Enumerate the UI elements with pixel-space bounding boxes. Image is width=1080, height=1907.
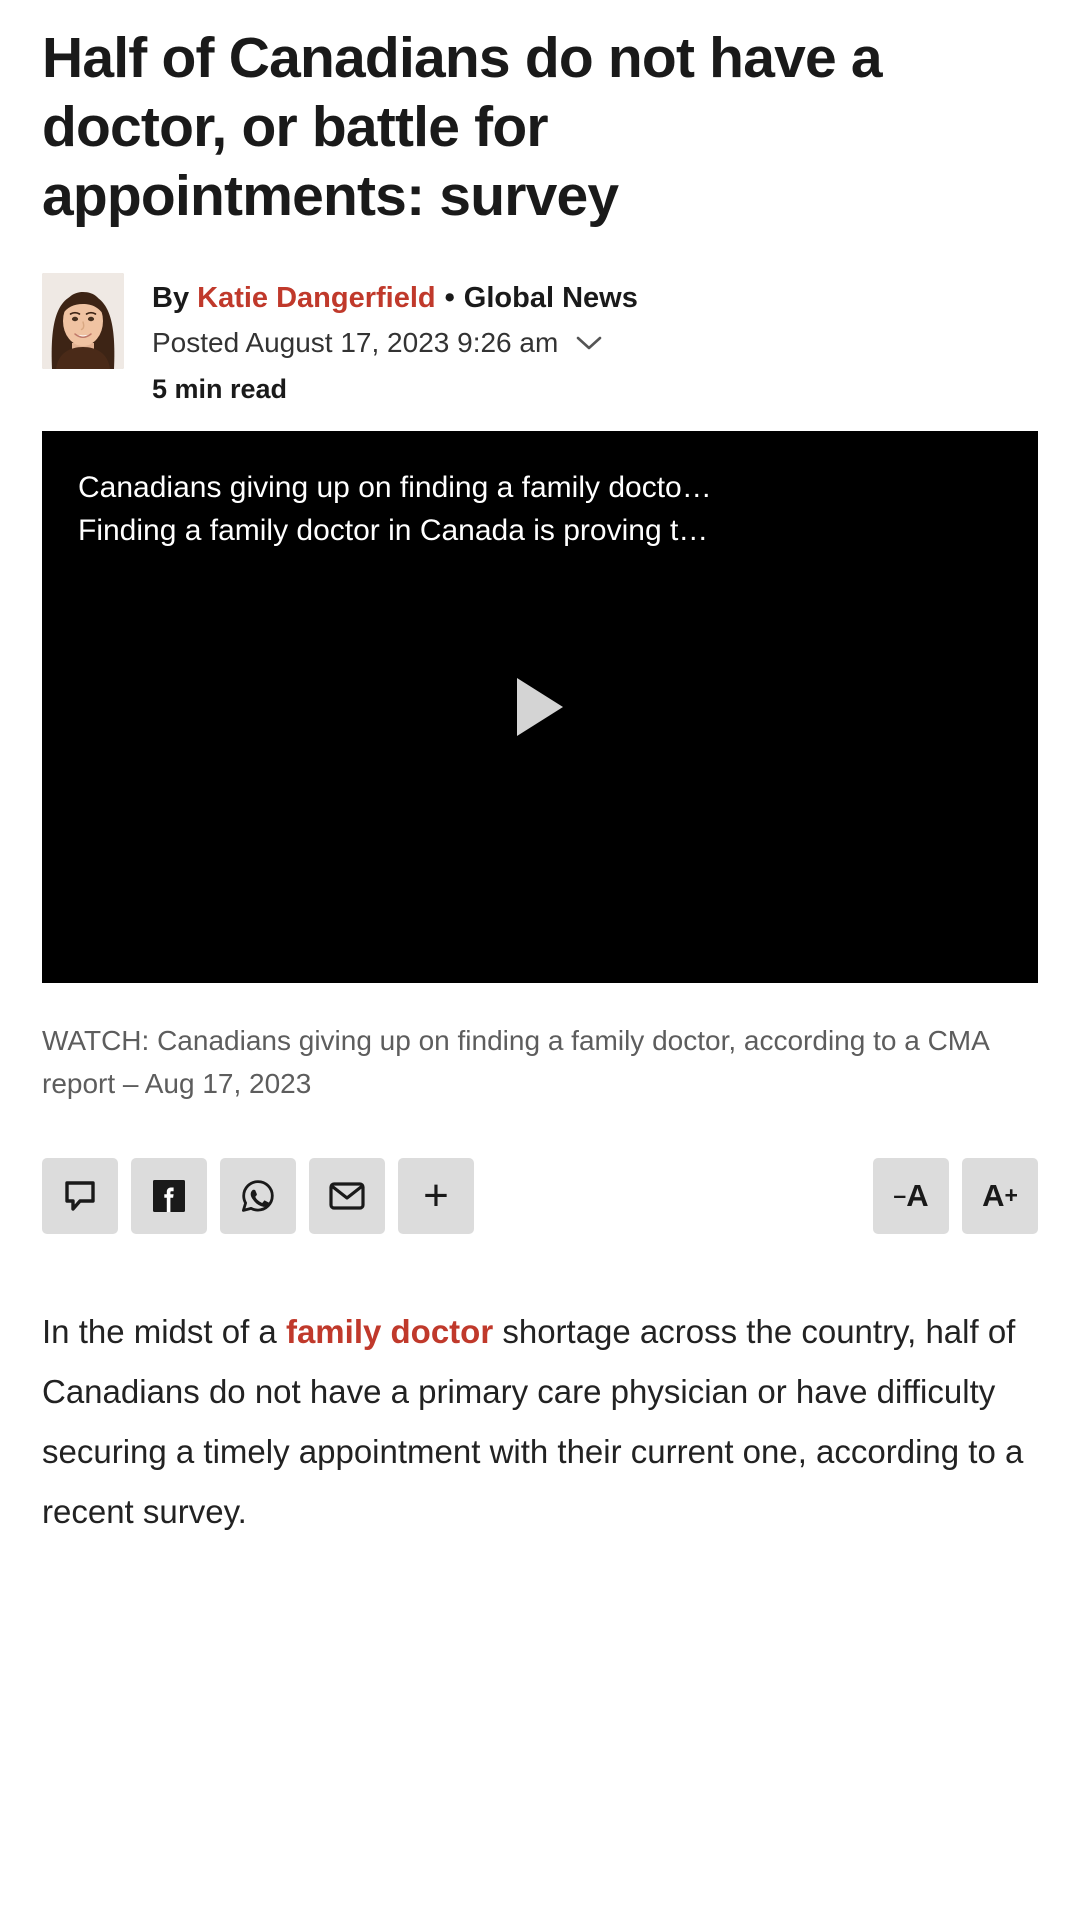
comment-button[interactable] [42,1157,118,1234]
more-share-button[interactable]: + [398,1157,474,1234]
page-title: Half of Canadians do not have a doctor, … [42,26,883,228]
article-page: Half of Canadians do not have a doctor, … [0,0,1080,1907]
decrease-text-size-button[interactable]: – A [873,1157,949,1234]
video-title-overlay: Canadians giving up on finding a family … [78,467,1008,552]
whatsapp-icon [240,1178,276,1214]
share-buttons-group: + [42,1157,474,1234]
read-time: 5 min read [152,374,288,405]
by-prefix: By [152,281,198,314]
avatar [42,272,124,369]
byline-text: By Katie Dangerfield • Global News Posted … [152,273,638,405]
posted-line: Posted August 17, 2023 9:26 am [152,322,638,364]
byline-author-line: By Katie Dangerfield • Global News [152,279,638,318]
video-caption: WATCH: Canadians giving up on finding a … [42,1025,989,1100]
comment-icon [63,1179,97,1213]
posted-date: Posted August 17, 2023 9:26 am [152,327,559,359]
video-player[interactable]: Canadians giving up on finding a family … [42,431,1038,984]
article-paragraph: In the midst of a family doctor shortage… [42,1302,1032,1542]
text-size-group: – A A + [873,1157,1038,1234]
family-doctor-link[interactable]: family doctor [286,1313,493,1350]
byline: By Katie Dangerfield • Global News Posted … [42,272,1038,405]
share-toolbar: + – A A + [42,1157,1038,1234]
decrease-sign: – [893,1182,907,1209]
decrease-letter: A [906,1177,929,1213]
email-share-button[interactable] [309,1157,385,1234]
publication-name: Global News [463,281,638,314]
increase-sign: + [1004,1182,1018,1209]
email-icon [329,1181,365,1211]
paragraph-part-1: In the midst of a [42,1312,286,1350]
plus-icon: + [423,1170,449,1220]
article-container: Half of Canadians do not have a doctor, … [0,0,1080,1542]
video-title: Canadians giving up on finding a family … [78,471,712,505]
author-link[interactable]: Katie Dangerfield [197,282,436,314]
chevron-down-icon[interactable] [576,335,602,351]
increase-text-size-button[interactable]: A + [962,1157,1038,1234]
facebook-share-button[interactable] [131,1157,207,1234]
byline-separator: • [444,281,455,314]
whatsapp-share-button[interactable] [220,1157,296,1234]
facebook-icon [151,1178,187,1214]
play-icon[interactable] [517,678,563,737]
increase-letter: A [982,1177,1005,1213]
video-subtitle: Finding a family doctor in Canada is pro… [78,513,709,547]
